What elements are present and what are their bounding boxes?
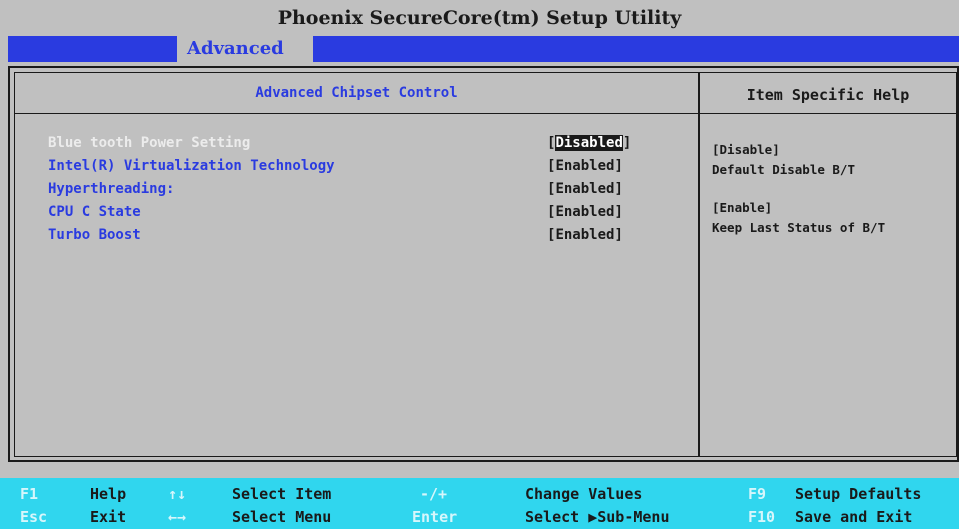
esc-key: Esc bbox=[20, 508, 48, 526]
setting-row-turbo-boost[interactable]: Turbo Boost [Enabled] bbox=[48, 227, 668, 249]
help-divider bbox=[698, 73, 700, 456]
f9-key: F9 bbox=[748, 485, 767, 503]
tab-advanced[interactable]: Advanced bbox=[177, 36, 313, 62]
header-divider bbox=[15, 113, 956, 114]
setting-value[interactable]: [Disabled] bbox=[547, 135, 631, 151]
menu-bar: Advanced bbox=[8, 36, 959, 62]
setting-value[interactable]: [Enabled] bbox=[547, 158, 623, 174]
plus-minus-key: -/+ bbox=[420, 485, 448, 503]
setting-label: Turbo Boost bbox=[48, 227, 141, 243]
select-item-hint: Select Item bbox=[232, 485, 332, 503]
up-down-arrows-icon: ↑↓ bbox=[168, 485, 187, 503]
help-hint: Help bbox=[90, 485, 127, 503]
help-line: [Enable] bbox=[712, 200, 773, 215]
setting-label: Intel(R) Virtualization Technology bbox=[48, 158, 335, 174]
setting-value[interactable]: [Enabled] bbox=[547, 204, 623, 220]
help-line: [Disable] bbox=[712, 142, 780, 157]
f10-key: F10 bbox=[748, 508, 776, 526]
key-legend-footer: F1 Help ↑↓ Select Item -/+ Change Values… bbox=[0, 478, 959, 529]
setting-value-text: Enabled bbox=[555, 158, 615, 174]
setting-value-text: Enabled bbox=[555, 181, 615, 197]
select-menu-hint: Select Menu bbox=[232, 508, 332, 526]
setting-row-virtualization[interactable]: Intel(R) Virtualization Technology [Enab… bbox=[48, 158, 668, 180]
window-title: Phoenix SecureCore(tm) Setup Utility bbox=[0, 0, 959, 36]
setting-row-bluetooth-power[interactable]: Blue tooth Power Setting [Disabled] bbox=[48, 135, 668, 157]
change-values-hint: Change Values bbox=[525, 485, 643, 503]
enter-key: Enter bbox=[412, 508, 458, 526]
exit-hint: Exit bbox=[90, 508, 127, 526]
setting-label: Hyperthreading: bbox=[48, 181, 175, 197]
setting-value-text: Disabled bbox=[555, 135, 623, 151]
select-submenu-hint: Select ▶Sub-Menu bbox=[525, 508, 670, 526]
main-frame: Advanced Chipset Control Item Specific H… bbox=[8, 66, 959, 462]
setting-value[interactable]: [Enabled] bbox=[547, 227, 623, 243]
help-line: Keep Last Status of B/T bbox=[712, 220, 886, 235]
setup-defaults-hint: Setup Defaults bbox=[795, 485, 922, 503]
help-line: Default Disable B/T bbox=[712, 162, 855, 177]
main-panel: Advanced Chipset Control Item Specific H… bbox=[14, 72, 957, 457]
setting-value[interactable]: [Enabled] bbox=[547, 181, 623, 197]
section-title: Advanced Chipset Control bbox=[255, 85, 458, 101]
setting-label: CPU C State bbox=[48, 204, 141, 220]
help-title: Item Specific Help bbox=[746, 86, 910, 104]
save-and-exit-hint: Save and Exit bbox=[795, 508, 913, 526]
setting-value-text: Enabled bbox=[555, 227, 615, 243]
f1-key: F1 bbox=[20, 485, 39, 503]
setting-label: Blue tooth Power Setting bbox=[48, 135, 251, 151]
setting-row-cpu-c-state[interactable]: CPU C State [Enabled] bbox=[48, 204, 668, 226]
left-right-arrows-icon: ←→ bbox=[168, 508, 187, 526]
setting-value-text: Enabled bbox=[555, 204, 615, 220]
setting-row-hyperthreading[interactable]: Hyperthreading: [Enabled] bbox=[48, 181, 668, 203]
